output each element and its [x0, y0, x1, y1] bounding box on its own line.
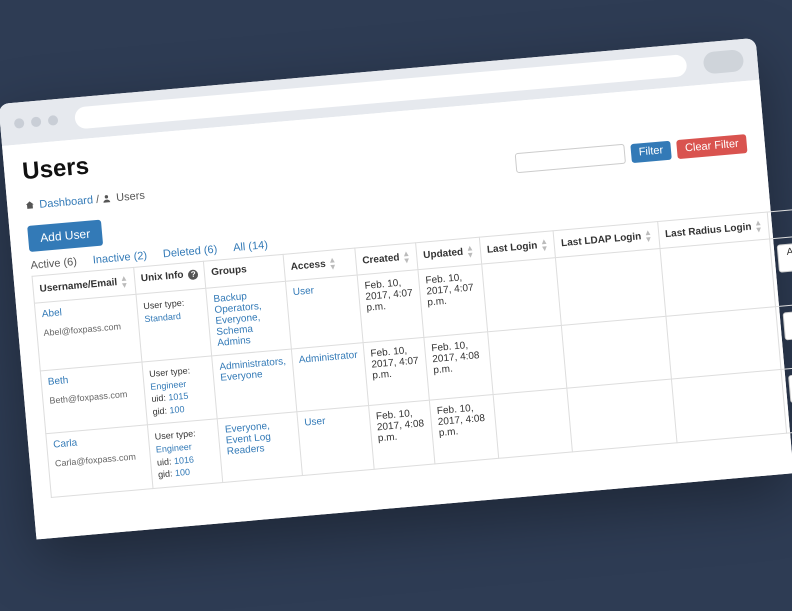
window-dot-1: [14, 117, 25, 128]
cell-created: Feb. 10, 2017, 4:07 p.m.: [363, 337, 429, 405]
groups-link[interactable]: Administrators, Everyone: [219, 356, 286, 384]
cell-access: User: [297, 405, 374, 474]
actions-button[interactable]: Actions: [783, 308, 792, 340]
tab-inactive[interactable]: Inactive (2): [92, 249, 147, 266]
uid-link[interactable]: 1015: [168, 390, 189, 402]
cell-access: User: [285, 274, 363, 348]
cell-last-login: [482, 257, 562, 331]
user-icon: [102, 193, 112, 203]
cell-groups: Everyone, Event Log Readers: [218, 412, 303, 482]
tab-all[interactable]: All (14): [233, 239, 269, 254]
cell-last-login: [493, 388, 573, 458]
cell-updated: Feb. 10, 2017, 4:08 p.m.: [424, 331, 493, 400]
access-link[interactable]: User: [292, 285, 314, 298]
window-dot-3: [48, 114, 59, 125]
cell-groups: Backup Operators, Everyone, Schema Admin…: [206, 281, 291, 356]
unix-type-link[interactable]: Engineer: [155, 441, 192, 454]
cell-last-ldap: [562, 316, 671, 388]
sort-icon: [402, 249, 411, 264]
help-icon[interactable]: ?: [188, 269, 199, 280]
browser-action-button[interactable]: [703, 49, 745, 74]
actions-button[interactable]: Actions: [788, 371, 792, 403]
user-link[interactable]: Beth: [47, 369, 136, 388]
browser-window: Users Dashboard / Users Filter Clear Fil…: [0, 37, 792, 538]
gid-link[interactable]: 100: [175, 466, 191, 477]
unix-type-link[interactable]: Standard: [144, 310, 181, 323]
cell-last-ldap: [556, 248, 666, 325]
cell-last-ldap: [567, 379, 676, 451]
uid-link[interactable]: 1016: [173, 454, 194, 466]
cell-updated: Feb. 10, 2017, 4:08 p.m.: [429, 394, 498, 463]
home-icon: [25, 200, 35, 210]
filter-input[interactable]: [514, 143, 625, 173]
cell-groups: Administrators, Everyone: [212, 349, 297, 419]
sort-icon: [540, 237, 549, 252]
user-link[interactable]: Carla: [53, 432, 142, 451]
sort-icon: [466, 244, 475, 259]
tab-active[interactable]: Active (6): [30, 255, 77, 271]
cell-unix: User type: Standard: [136, 288, 212, 362]
cell-username: CarlaCarla@foxpass.com: [46, 425, 153, 497]
cell-last-radius: [671, 369, 787, 442]
unix-type-link[interactable]: Engineer: [150, 378, 187, 391]
page-content: Users Dashboard / Users Filter Clear Fil…: [2, 79, 792, 538]
cell-last-radius: [660, 238, 776, 315]
cell-created: Feb. 10, 2017, 4:08 p.m.: [369, 400, 435, 468]
user-email: Carla@foxpass.com: [55, 451, 144, 469]
groups-link[interactable]: Everyone, Event Log Readers: [225, 421, 272, 458]
gid-link[interactable]: 100: [169, 403, 185, 414]
user-email: Beth@foxpass.com: [49, 388, 138, 406]
cell-username: AbelAbel@foxpass.com: [34, 294, 141, 371]
sort-icon: [754, 219, 763, 234]
cell-last-login: [488, 325, 568, 395]
breadcrumb-dashboard[interactable]: Dashboard: [39, 194, 94, 211]
groups-link[interactable]: Backup Operators, Everyone, Schema Admin…: [213, 291, 262, 349]
sort-icon: [328, 256, 337, 271]
window-dot-2: [31, 116, 42, 127]
cell-unix: User type: Engineeruid: 1015gid: 100: [142, 355, 218, 424]
access-link[interactable]: Administrator: [298, 349, 358, 365]
cell-updated: Feb. 10, 2017, 4:07 p.m.: [418, 264, 488, 337]
clear-filter-button[interactable]: Clear Filter: [676, 133, 747, 158]
actions-button[interactable]: Actions: [777, 240, 792, 272]
filter-button[interactable]: Filter: [630, 140, 672, 162]
user-link[interactable]: Abel: [41, 301, 130, 320]
sort-icon: [120, 274, 129, 289]
cell-created: Feb. 10, 2017, 4:07 p.m.: [357, 269, 424, 342]
user-email: Abel@foxpass.com: [43, 320, 132, 338]
col-actions: [768, 206, 792, 238]
tab-deleted[interactable]: Deleted (6): [163, 243, 218, 260]
breadcrumb-users: Users: [116, 189, 146, 203]
cell-username: BethBeth@foxpass.com: [40, 362, 147, 434]
cell-access: Administrator: [291, 342, 368, 411]
breadcrumb: Dashboard / Users: [25, 189, 145, 211]
cell-last-radius: [666, 306, 782, 379]
add-user-button[interactable]: Add User: [27, 219, 103, 251]
cell-unix: User type: Engineeruid: 1016gid: 100: [147, 419, 223, 488]
access-link[interactable]: User: [304, 416, 326, 429]
sort-icon: [644, 228, 653, 243]
